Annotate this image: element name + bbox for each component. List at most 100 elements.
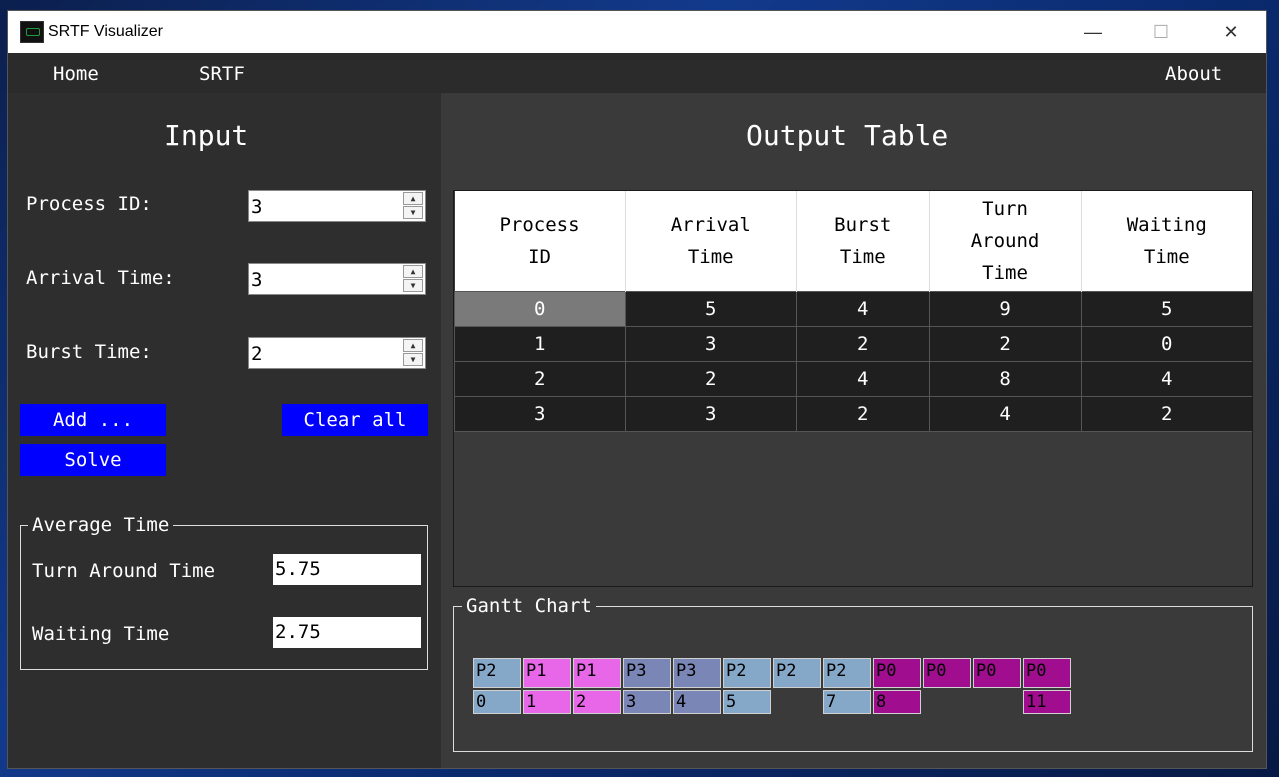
- gantt-time-label: 11: [1023, 690, 1071, 714]
- gantt-block: P1: [523, 658, 571, 688]
- table-cell[interactable]: 2: [928, 326, 1082, 362]
- solve-button[interactable]: Solve: [20, 444, 166, 476]
- table-cell[interactable]: 0: [454, 291, 626, 327]
- table-cell[interactable]: 3: [624, 396, 797, 432]
- header-text: Waiting: [1126, 214, 1207, 236]
- table-header-cell[interactable]: Arrival Time: [625, 191, 797, 292]
- gantt-time-label: 4: [673, 690, 721, 714]
- burst-time-spinbox[interactable]: 2 ▲ ▼: [248, 337, 426, 369]
- gantt-time-label: 7: [823, 690, 871, 714]
- gantt-block: P2: [723, 658, 771, 688]
- output-table-container: Process ID Arrival Time Burst Time Turn Around T…: [453, 190, 1253, 587]
- table-cell[interactable]: 4: [928, 396, 1082, 432]
- table-cell[interactable]: 4: [795, 361, 930, 397]
- table-row[interactable]: 33242: [454, 396, 1252, 432]
- table-cell[interactable]: 3: [624, 326, 797, 362]
- table-header-row: Process ID Arrival Time Burst Time Turn Around T…: [454, 191, 1252, 292]
- table-cell[interactable]: 2: [795, 326, 930, 362]
- menu-srtf[interactable]: SRTF: [199, 63, 245, 85]
- input-heading: Input: [164, 119, 249, 152]
- table-cell[interactable]: 1: [454, 326, 626, 362]
- arrival-time-label: Arrival Time:: [26, 267, 175, 289]
- burst-time-label: Burst Time:: [26, 341, 152, 363]
- table-cell[interactable]: 2: [454, 361, 626, 397]
- spin-up-icon[interactable]: ▲: [403, 192, 423, 205]
- gantt-block: P2: [473, 658, 521, 688]
- header-text: Time: [982, 262, 1028, 284]
- output-panel: Output Table Process ID Arrival Time Burst Ti…: [441, 93, 1266, 768]
- gantt-block: P0: [873, 658, 921, 688]
- process-id-label: Process ID:: [26, 193, 152, 215]
- table-cell[interactable]: 0: [1080, 326, 1252, 362]
- avg-tat-field[interactable]: 5.75: [273, 554, 421, 585]
- window-title: SRTF Visualizer: [48, 23, 163, 40]
- header-text: ID: [528, 246, 551, 268]
- maximize-button[interactable]: ☐: [1126, 11, 1196, 53]
- menu-bar: Home SRTF About: [8, 53, 1266, 93]
- table-body: 05495132202248433242: [454, 291, 1252, 432]
- gantt-block: P0: [973, 658, 1021, 688]
- table-header-cell[interactable]: Turn Around Time: [929, 191, 1082, 292]
- gantt-time-label: 5: [723, 690, 771, 714]
- gantt-block: P2: [823, 658, 871, 688]
- table-cell[interactable]: 3: [454, 396, 626, 432]
- gantt-chart-legend: Gantt Chart: [462, 595, 596, 617]
- gantt-block: P0: [923, 658, 971, 688]
- app-window: SRTF Visualizer — ☐ ✕ Home SRTF About In…: [7, 10, 1267, 769]
- gantt-block: P0: [1023, 658, 1071, 688]
- table-cell[interactable]: 2: [1080, 396, 1252, 432]
- table-row[interactable]: 05495: [454, 291, 1252, 327]
- header-text: Arrival: [670, 214, 751, 236]
- output-heading: Output Table: [746, 119, 949, 152]
- gantt-block: P3: [623, 658, 671, 688]
- menu-home[interactable]: Home: [53, 63, 99, 85]
- header-text: Time: [1143, 246, 1190, 268]
- table-cell[interactable]: 2: [795, 396, 930, 432]
- spin-up-icon[interactable]: ▲: [403, 265, 423, 278]
- spin-down-icon[interactable]: ▼: [403, 279, 423, 292]
- gantt-time-label: 2: [573, 690, 621, 714]
- close-button[interactable]: ✕: [1196, 11, 1266, 53]
- gantt-time-label: 1: [523, 690, 571, 714]
- gantt-time-label: 8: [873, 690, 921, 714]
- header-text: Process: [499, 214, 580, 236]
- table-cell[interactable]: 4: [1080, 361, 1252, 397]
- header-text: Time: [687, 246, 734, 268]
- title-bar: SRTF Visualizer — ☐ ✕: [8, 11, 1266, 53]
- tat-label: Turn Around Time: [32, 560, 216, 582]
- table-row[interactable]: 13220: [454, 326, 1252, 362]
- gantt-block: P2: [773, 658, 821, 688]
- table-cell[interactable]: 4: [795, 291, 930, 327]
- menu-about[interactable]: About: [1165, 63, 1222, 85]
- table-header-cell[interactable]: Burst Time: [796, 191, 930, 292]
- spin-up-icon[interactable]: ▲: [403, 339, 423, 352]
- process-id-value: 3: [251, 196, 263, 218]
- gantt-time-label: 3: [623, 690, 671, 714]
- add-button[interactable]: Add ...: [20, 404, 166, 436]
- gantt-chart-group: Gantt Chart P2 0 P1 1 P1 2 P3 3 P3 4 P2 5 P2 P2 7 P0 8 P0…: [453, 595, 1253, 752]
- table-cell[interactable]: 9: [928, 291, 1082, 327]
- wt-label: Waiting Time: [32, 623, 170, 645]
- gantt-time-label: 0: [473, 690, 521, 714]
- gantt-block: P3: [673, 658, 721, 688]
- minimize-button[interactable]: —: [1058, 11, 1128, 53]
- header-text: Around: [970, 230, 1040, 252]
- table-cell[interactable]: 8: [928, 361, 1082, 397]
- spin-down-icon[interactable]: ▼: [403, 353, 423, 366]
- avg-wt-field[interactable]: 2.75: [273, 617, 421, 648]
- output-table: Process ID Arrival Time Burst Time Turn Around T…: [454, 191, 1252, 432]
- table-row[interactable]: 22484: [454, 361, 1252, 397]
- clear-all-button[interactable]: Clear all: [282, 404, 428, 436]
- spin-down-icon[interactable]: ▼: [403, 206, 423, 219]
- header-text: Burst: [834, 214, 892, 236]
- table-cell[interactable]: 2: [624, 361, 797, 397]
- arrival-time-spinbox[interactable]: 3 ▲ ▼: [248, 263, 426, 295]
- table-cell[interactable]: 5: [624, 291, 797, 327]
- input-panel: Input Process ID: 3 ▲ ▼ Arrival Time: 3 …: [8, 93, 441, 768]
- header-text: Time: [839, 246, 886, 268]
- table-header-cell[interactable]: Process ID: [454, 191, 626, 292]
- table-cell[interactable]: 5: [1080, 291, 1252, 327]
- gantt-block: P1: [573, 658, 621, 688]
- table-header-cell[interactable]: Waiting Time: [1081, 191, 1252, 292]
- process-id-spinbox[interactable]: 3 ▲ ▼: [248, 190, 426, 222]
